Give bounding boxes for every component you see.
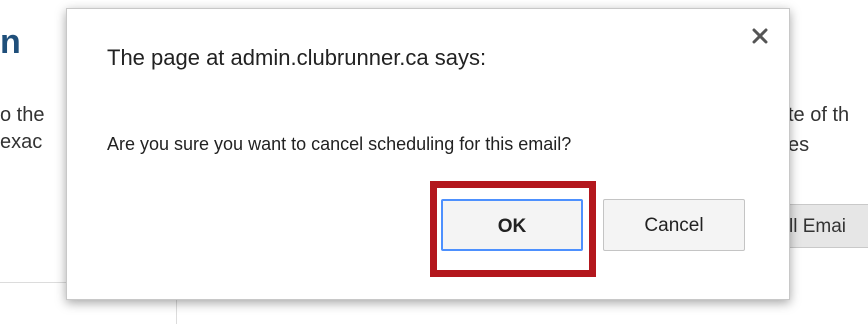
dialog-title: The page at admin.clubrunner.ca says: <box>107 45 487 70</box>
background-text-right-1: te of th <box>788 104 850 126</box>
confirm-dialog: The page at admin.clubrunner.ca says: Ar… <box>66 8 790 300</box>
dialog-message: Are you sure you want to cancel scheduli… <box>107 134 572 154</box>
background-text-right-2: es <box>788 134 810 156</box>
page: n o the exac te of th es ll Emai The pag… <box>0 0 868 324</box>
cancel-button[interactable]: Cancel <box>603 199 745 251</box>
background-text-left-1: o the <box>0 104 45 126</box>
background-text-left-2: exac <box>0 131 43 153</box>
background-heading-fragment: n <box>0 23 21 61</box>
close-icon[interactable] <box>749 25 771 47</box>
ok-button[interactable]: OK <box>441 199 583 251</box>
